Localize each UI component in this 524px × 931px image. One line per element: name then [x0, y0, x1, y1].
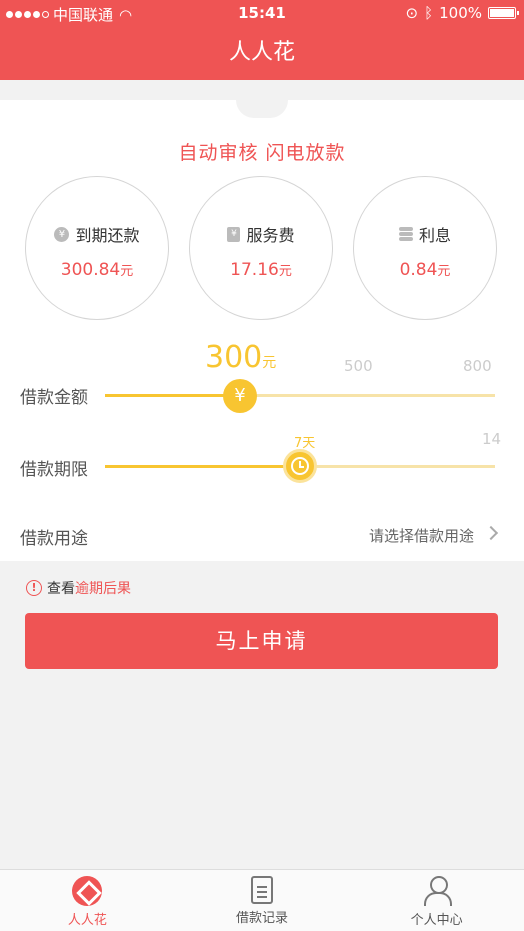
apply-now-button[interactable]: 马上申请 [25, 613, 498, 669]
tab-bar: 人人花 借款记录 个人中心 [0, 869, 524, 931]
tab-loan-records[interactable]: 借款记录 [175, 870, 350, 931]
tab-profile-label: 个人中心 [410, 913, 463, 928]
loan-amount-label: 借款金额 [20, 388, 88, 408]
clock-icon [291, 457, 309, 475]
loan-purpose-select[interactable]: 请选择借款用途 [369, 525, 474, 546]
term-slider-fill [105, 465, 300, 468]
nav-title: 人人花 [0, 26, 524, 80]
overdue-notice: ! 查看 逾期后果 [26, 578, 131, 598]
service-fee-unit: 元 [278, 264, 292, 279]
loan-purpose-label: 借款用途 [20, 529, 88, 549]
amount-slider-thumb[interactable]: ¥ [223, 379, 257, 413]
brand-logo-icon [72, 876, 103, 906]
amount-tick-800: 800 [463, 357, 492, 375]
service-fee-value: 17.16 [230, 260, 279, 280]
interest-unit: 元 [437, 264, 451, 279]
service-fee-label: 服务费 [246, 226, 295, 245]
yen-icon: ¥ [234, 385, 246, 406]
slogan: 自动审核 闪电放款 [178, 142, 346, 164]
coin-stack-icon [398, 227, 413, 241]
loan-term-label: 借款期限 [20, 460, 88, 480]
status-right: ⊙ ᛒ 100% [405, 4, 519, 22]
due-repayment-label: 到期还款 [75, 226, 140, 245]
selected-amount-unit: 元 [262, 355, 277, 371]
overdue-notice-prefix: 查看 [47, 581, 75, 597]
orientation-lock-icon: ⊙ [405, 4, 419, 22]
tab-home[interactable]: 人人花 [0, 870, 175, 931]
amount-tick-500: 500 [344, 357, 373, 375]
interest-value: 0.84 [399, 260, 438, 280]
battery-percent: 100% [439, 4, 482, 22]
loan-card [0, 100, 524, 561]
due-repayment-circle: ¥ 到期还款 300.84元 [25, 176, 169, 320]
term-slider-thumb[interactable] [283, 449, 317, 483]
tab-loan-records-label: 借款记录 [236, 911, 289, 926]
battery-icon [488, 7, 519, 19]
service-fee-circle: ¥ 服务费 17.16元 [189, 176, 333, 320]
user-icon [423, 876, 452, 906]
due-repayment-value: 300.84 [60, 260, 121, 280]
yen-coin-icon: ¥ [54, 226, 70, 242]
status-bar: 中国联通 ◠ 15:41 ⊙ ᛒ 100% [0, 0, 524, 26]
due-repayment-unit: 元 [120, 264, 134, 279]
selected-amount-value: 300 [205, 340, 263, 375]
alert-icon: ! [26, 580, 42, 596]
amount-slider-fill [105, 394, 242, 397]
overdue-consequences-link[interactable]: 逾期后果 [75, 578, 131, 598]
term-tick-14: 14 [482, 430, 502, 448]
bluetooth-icon: ᛒ [424, 4, 434, 22]
selected-amount: 300元 [205, 340, 276, 375]
amount-slider-track[interactable] [105, 394, 495, 397]
interest-label: 利息 [418, 226, 451, 245]
tab-home-label: 人人花 [67, 913, 107, 928]
tab-profile[interactable]: 个人中心 [349, 870, 524, 931]
interest-circle: 利息 0.84元 [353, 176, 497, 320]
document-icon [251, 876, 273, 904]
service-doc-icon: ¥ [227, 226, 241, 242]
